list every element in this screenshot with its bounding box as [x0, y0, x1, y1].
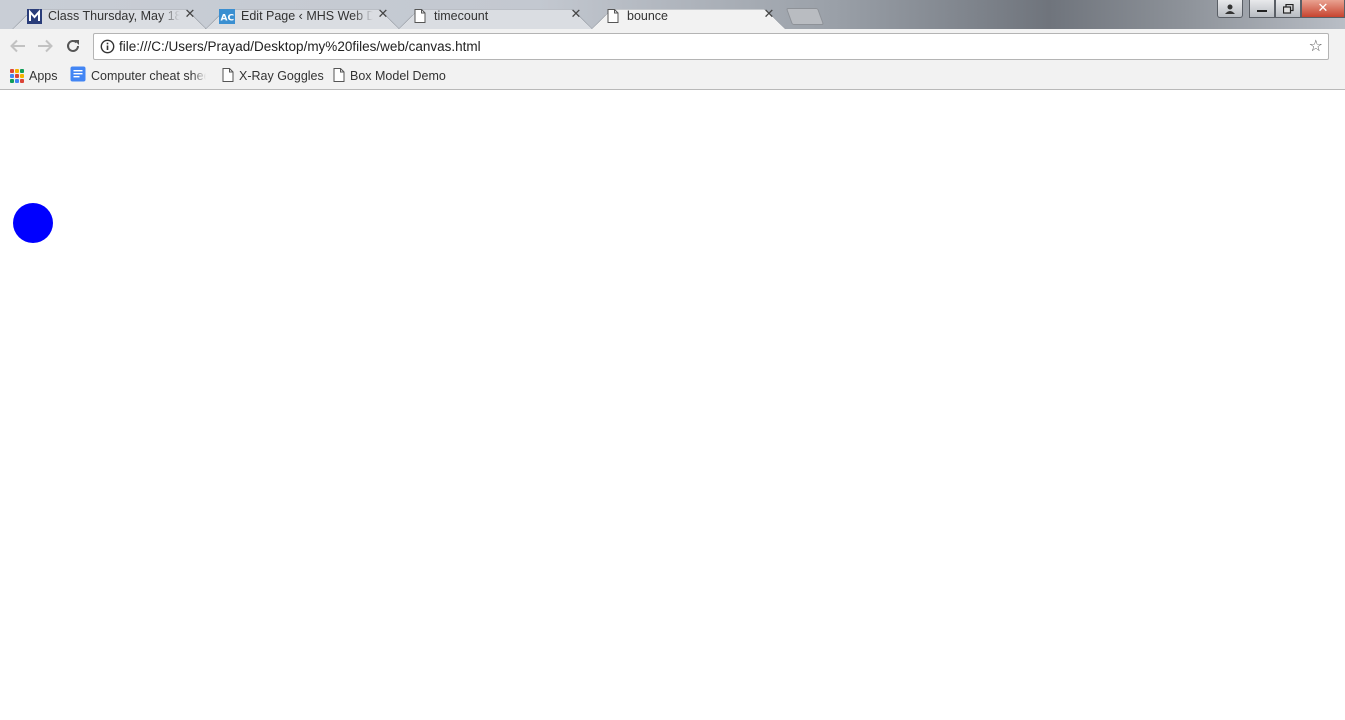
ac-logo-icon: AC [219, 8, 235, 24]
close-tab-icon[interactable]: ✕ [762, 8, 776, 22]
profile-icon[interactable] [1217, 0, 1243, 18]
tab-bounce[interactable]: bounce ✕ [591, 3, 786, 29]
window-controls: ✕ [1217, 0, 1345, 20]
apps-grid-icon [10, 69, 24, 83]
close-window-button[interactable]: ✕ [1301, 0, 1345, 18]
bookmark-label: Apps [29, 69, 58, 83]
tab-title: bounce [627, 9, 669, 23]
bookmark-computer-cheat-sheet[interactable]: Computer cheat sheet [70, 66, 206, 86]
tab-title: Edit Page ‹ MHS Web De [241, 9, 373, 23]
close-tab-icon[interactable]: ✕ [183, 8, 197, 22]
svg-text:AC: AC [221, 13, 235, 23]
back-arrow-icon[interactable] [8, 36, 28, 56]
address-bar[interactable]: file:///C:/Users/Prayad/Desktop/my%20fil… [93, 33, 1329, 60]
close-tab-icon[interactable]: ✕ [569, 8, 583, 22]
forward-arrow-icon[interactable] [35, 36, 55, 56]
bookmark-label: X-Ray Goggles [239, 69, 324, 83]
page-icon [412, 8, 428, 24]
bookmark-apps[interactable]: Apps [10, 67, 58, 85]
browser-toolbar: file:///C:/Users/Prayad/Desktop/my%20fil… [0, 29, 1345, 64]
bookmark-box-model-demo[interactable]: Box Model Demo [333, 67, 446, 85]
bookmark-label: Box Model Demo [350, 69, 446, 83]
info-icon[interactable] [100, 39, 115, 58]
tab-class-thursday[interactable]: Class Thursday, May 18, 2 ✕ [12, 3, 207, 29]
page-icon [222, 67, 234, 86]
tab-edit-page[interactable]: AC Edit Page ‹ MHS Web De ✕ [205, 3, 400, 29]
m-logo-icon [26, 8, 42, 24]
page-canvas [0, 90, 1345, 720]
bookmark-x-ray-goggles[interactable]: X-Ray Goggles [222, 67, 324, 85]
bookmark-label: Computer cheat sheet [91, 69, 206, 83]
docs-icon [70, 66, 86, 86]
page-icon [333, 67, 345, 86]
bookmark-star-icon[interactable]: ☆ [1309, 37, 1323, 55]
tab-title: timecount [434, 9, 489, 23]
new-tab-button[interactable] [785, 8, 825, 25]
bouncing-ball [13, 203, 53, 243]
restore-button[interactable] [1275, 0, 1301, 18]
page-icon [605, 8, 621, 24]
reload-icon[interactable] [63, 36, 83, 56]
tab-title: Class Thursday, May 18, 2 [48, 9, 180, 23]
close-tab-icon[interactable]: ✕ [376, 8, 390, 22]
bookmarks-bar: Apps Computer cheat sheet X-Ray Goggles [0, 64, 1345, 90]
url-text[interactable]: file:///C:/Users/Prayad/Desktop/my%20fil… [119, 38, 481, 56]
minimize-button[interactable] [1249, 0, 1275, 18]
tab-timecount[interactable]: timecount ✕ [398, 3, 593, 29]
browser-title-bar: Class Thursday, May 18, 2 ✕ AC Edit Page… [0, 0, 1345, 29]
